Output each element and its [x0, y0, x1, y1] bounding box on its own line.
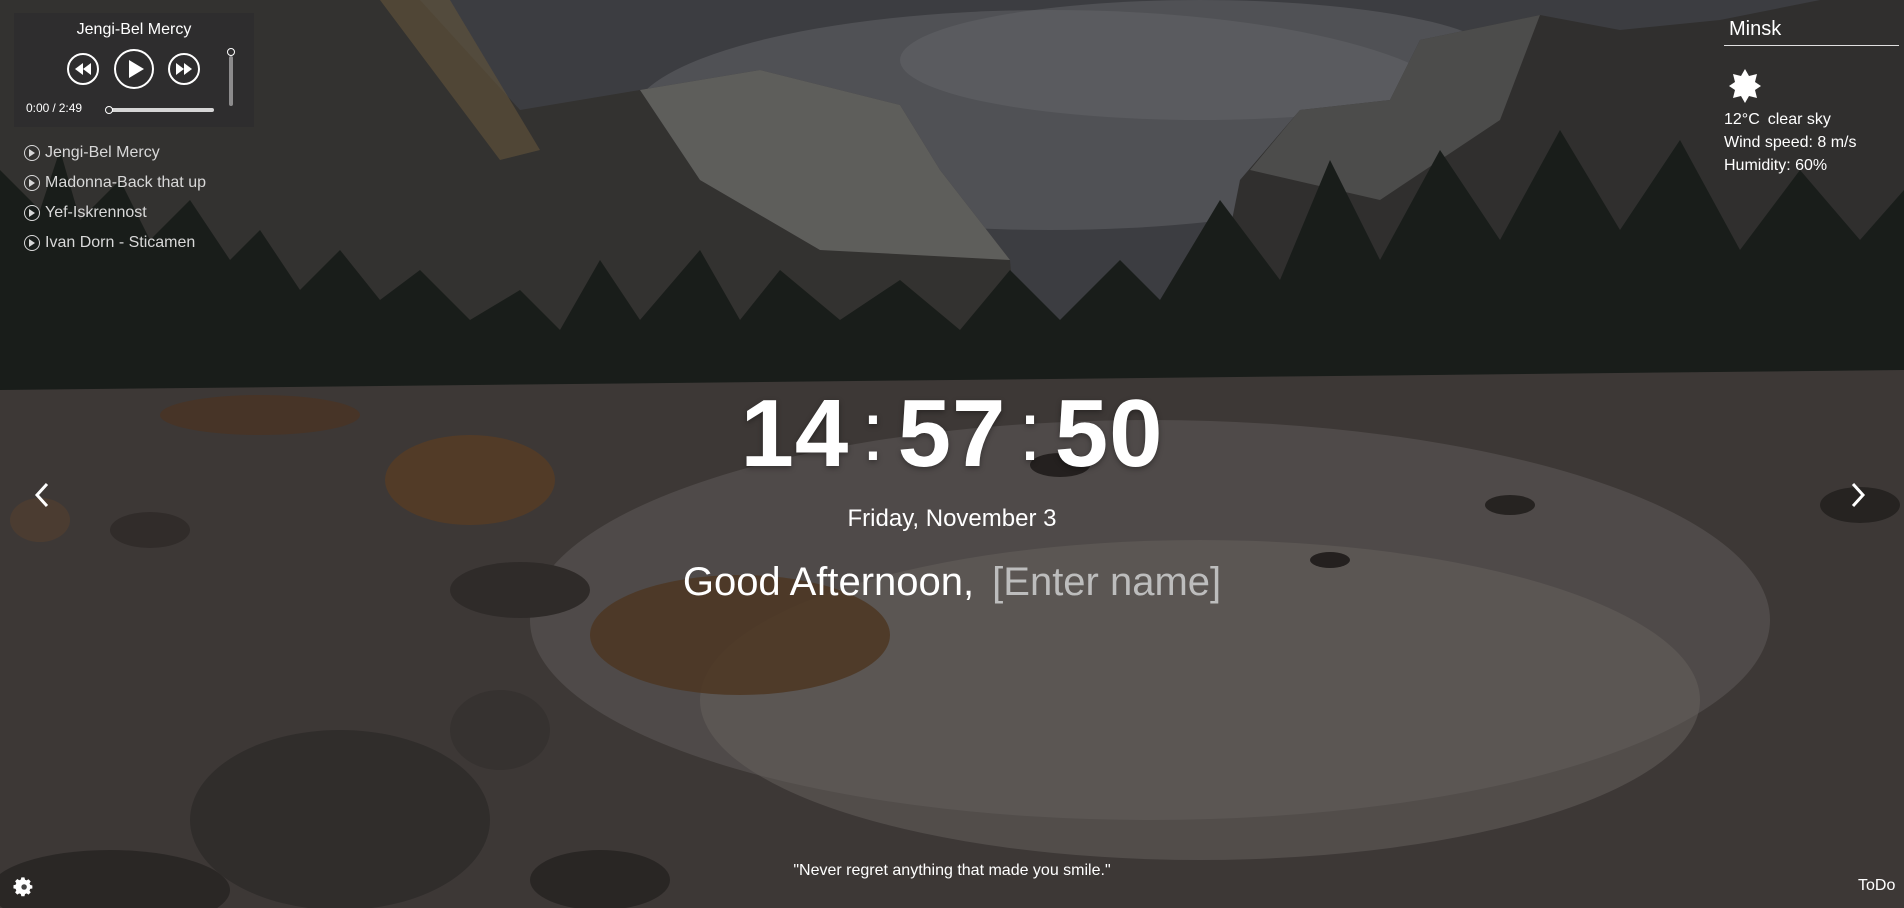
greeting: Good Afternoon, [Enter name]: [0, 560, 1904, 605]
clock-separator: :: [861, 384, 886, 478]
greeting-text: Good Afternoon,: [682, 560, 975, 604]
playlist-item-label: Madonna-Back that up: [45, 174, 206, 191]
quote-text[interactable]: "Never regret anything that made you smi…: [0, 862, 1904, 880]
play-icon: [24, 145, 40, 161]
gear-icon: [13, 877, 33, 897]
current-track-title: Jengi-Bel Mercy: [76, 21, 192, 38]
play-icon: [24, 235, 40, 251]
weather-wind: Wind speed: 8 m/s: [1724, 134, 1857, 151]
previous-background-button[interactable]: [32, 480, 52, 510]
playlist-item[interactable]: Yef-Iskrennost: [24, 198, 206, 228]
progress-handle[interactable]: [105, 106, 113, 114]
date-display: Friday, November 3: [847, 505, 1057, 532]
previous-track-button[interactable]: [67, 53, 99, 85]
clock: 14:57:50: [0, 380, 1904, 491]
weather-humidity: Humidity: 60%: [1724, 157, 1828, 174]
play-icon: [24, 175, 40, 191]
weather-summary: 12°C clear sky: [1724, 111, 1831, 129]
play-icon: [128, 60, 144, 78]
clock-seconds: 50: [1054, 380, 1164, 487]
playlist-item[interactable]: Jengi-Bel Mercy: [24, 138, 206, 168]
progress-track: [110, 108, 214, 112]
time-total: 2:49: [58, 101, 83, 115]
todo-button[interactable]: ToDo: [1858, 877, 1895, 895]
playlist-item[interactable]: Ivan Dorn - Sticamen: [24, 228, 206, 258]
weather-widget: Minsk 12°C clear sky Wind speed: 8 m/s Hu…: [1724, 16, 1899, 174]
weather-city[interactable]: Minsk: [1724, 16, 1899, 46]
playlist-item-label: Jengi-Bel Mercy: [45, 144, 160, 161]
volume-handle[interactable]: [227, 48, 235, 56]
rewind-icon: [75, 63, 91, 75]
play-icon: [24, 205, 40, 221]
playlist-item[interactable]: Madonna-Back that up: [24, 168, 206, 198]
weather-temperature: 12°C: [1724, 111, 1760, 128]
volume-slider[interactable]: [226, 46, 236, 108]
chevron-left-icon: [34, 482, 49, 508]
name-input[interactable]: [Enter name]: [992, 560, 1221, 604]
playlist-item-label: Ivan Dorn - Sticamen: [45, 234, 196, 251]
sun-icon: [1729, 69, 1761, 103]
time-current: 0:00: [26, 101, 50, 115]
clock-hours: 14: [740, 380, 850, 487]
progress-bar[interactable]: [104, 104, 216, 116]
weather-description: clear sky: [1767, 111, 1831, 128]
play-button[interactable]: [114, 49, 154, 89]
time-display: 0:00/2:49: [26, 101, 82, 115]
fast-forward-icon: [176, 63, 192, 75]
volume-track: [229, 56, 233, 106]
playlist: Jengi-Bel Mercy Madonna-Back that up Yef…: [24, 138, 206, 258]
clock-minutes: 57: [897, 380, 1007, 487]
playlist-item-label: Yef-Iskrennost: [45, 204, 147, 221]
settings-button[interactable]: [12, 876, 34, 898]
time-separator: /: [52, 101, 56, 115]
chevron-right-icon: [1851, 482, 1866, 508]
next-track-button[interactable]: [168, 53, 200, 85]
next-background-button[interactable]: [1848, 480, 1868, 510]
audio-player: Jengi-Bel Mercy 0:00/2:49: [14, 13, 254, 127]
clock-separator: :: [1018, 384, 1043, 478]
